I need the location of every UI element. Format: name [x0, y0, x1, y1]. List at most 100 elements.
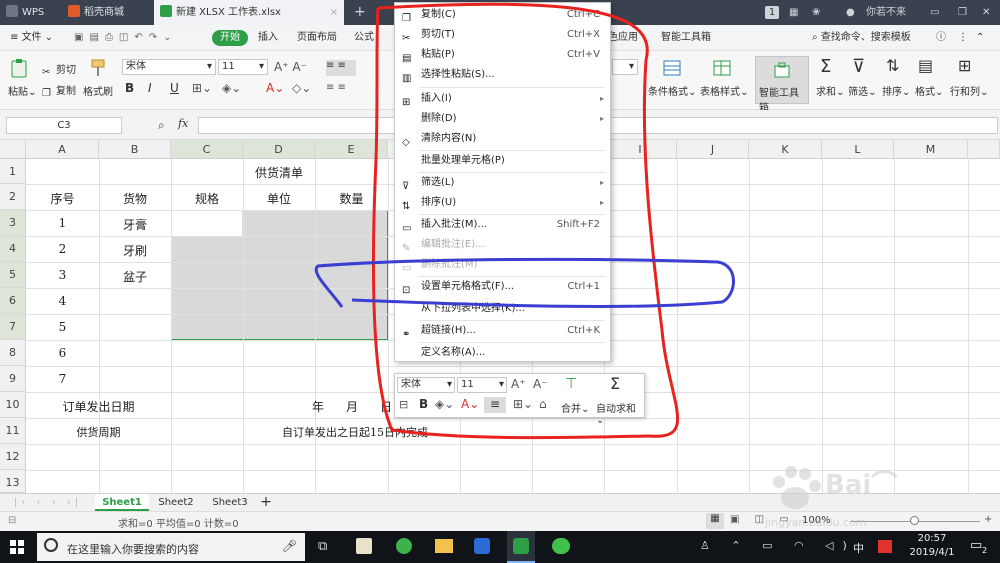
ctx-format-cells[interactable]: ⊡ 设置单元格格式(F)... Ctrl+1: [395, 277, 610, 297]
restore-icon[interactable]: ❐: [958, 0, 967, 25]
col-header[interactable]: M: [894, 140, 968, 159]
skin-icon[interactable]: ❀: [812, 0, 820, 25]
menu-smart-tools[interactable]: 智能工具箱: [661, 30, 711, 46]
seq-cell[interactable]: 2: [26, 242, 99, 256]
header-unit-cell[interactable]: 单位: [243, 190, 315, 207]
ctx-hyperlink[interactable]: ⚭ 超链接(H)... Ctrl+K: [395, 321, 610, 341]
ctx-pick-from-list[interactable]: 从下拉列表中选择(K)...: [395, 299, 610, 319]
month-cell[interactable]: 月: [340, 398, 364, 415]
underline-button[interactable]: U: [170, 81, 179, 95]
mini-font-shrink-icon[interactable]: A⁻: [533, 377, 548, 391]
ime-indicator[interactable]: 中: [853, 540, 864, 556]
row-header[interactable]: 2: [0, 184, 26, 210]
seq-cell[interactable]: 6: [26, 346, 99, 360]
sum-icon[interactable]: Σ: [820, 56, 831, 77]
italic-button[interactable]: I: [148, 81, 152, 95]
ctx-define-name[interactable]: 定义名称(A)...: [395, 343, 610, 363]
format-painter-button[interactable]: 格式刷: [83, 83, 113, 98]
header-qty-cell[interactable]: 数量: [315, 190, 388, 207]
ctx-copy[interactable]: ❐ 复制(C) Ctrl+C: [395, 5, 610, 25]
menu-start[interactable]: 开始: [212, 30, 248, 46]
quick-access-icons[interactable]: ▣▤⎙◫↶↷⌄: [74, 30, 177, 46]
sheet-nav-icons[interactable]: |‹ ‹ › ›|: [8, 494, 88, 511]
row-header[interactable]: 4: [0, 236, 26, 262]
menu-insert[interactable]: 插入: [258, 30, 278, 46]
table-style-button[interactable]: 表格样式⌄: [700, 83, 748, 98]
select-all-corner[interactable]: [0, 140, 26, 159]
mini-font-color-icon[interactable]: A⌄: [461, 397, 479, 411]
notification-icon[interactable]: ▭: [970, 538, 982, 553]
fx-icon[interactable]: fx: [178, 117, 188, 130]
tray-icons[interactable]: ♙ ⌃ ▭ ◠ ◁): [700, 539, 856, 552]
ctx-clear-content[interactable]: ◇ 清除内容(N): [395, 129, 610, 149]
refresh-app-icon[interactable]: [396, 538, 412, 554]
ctx-sort[interactable]: ⇅ 排序(U) ▸: [395, 193, 610, 213]
clock-time[interactable]: 20:57: [906, 533, 958, 544]
col-header[interactable]: B: [99, 140, 171, 159]
tab-document[interactable]: 新建 XLSX 工作表.xlsx ×: [154, 0, 344, 25]
mini-autosum-button[interactable]: 自动求和⌄: [596, 400, 644, 426]
mini-border-icon[interactable]: ⊞⌄: [513, 397, 533, 411]
macro-icon[interactable]: ⊟: [8, 515, 16, 526]
sum-button[interactable]: 求和⌄: [816, 83, 844, 98]
menu-file[interactable]: ≡ 文件 ⌄: [10, 30, 53, 46]
header-goods-cell[interactable]: 货物: [99, 190, 171, 207]
ctx-batch-cells[interactable]: 批量处理单元格(P): [395, 151, 610, 171]
goods-cell[interactable]: 牙膏: [99, 216, 171, 233]
period-text-cell[interactable]: 自订单发出之日起15日内完成: [255, 424, 455, 440]
format-painter-icon[interactable]: [88, 58, 108, 78]
task-view-icon[interactable]: ⧉: [318, 539, 327, 554]
ctx-paste-special[interactable]: ▥ 选择性粘贴(S)...: [395, 65, 610, 85]
row-header[interactable]: 9: [0, 366, 26, 392]
ctx-cut[interactable]: ✂ 剪切(T) Ctrl+X: [395, 25, 610, 45]
new-tab-button[interactable]: +: [354, 0, 366, 25]
merge-icon[interactable]: ⊤: [565, 376, 577, 392]
font-name-select[interactable]: 宋体 ▾: [122, 59, 216, 75]
row-header[interactable]: 7: [0, 314, 26, 340]
menu-formula[interactable]: 公式: [354, 30, 374, 46]
row-col-button[interactable]: 行和列⌄: [950, 83, 988, 98]
filter-icon[interactable]: ⊽: [852, 56, 865, 77]
menu-page-layout[interactable]: 页面布局: [297, 30, 337, 46]
add-sheet-button[interactable]: +: [258, 494, 274, 511]
col-header[interactable]: I: [604, 140, 677, 159]
ctx-delete[interactable]: 删除(D) ▸: [395, 109, 610, 129]
format-icon[interactable]: ▤: [918, 56, 933, 75]
paste-button[interactable]: 粘贴⌄: [8, 83, 36, 98]
collapse-ribbon-icon[interactable]: ⌃: [976, 30, 984, 46]
font-color-icon[interactable]: A⌄: [266, 81, 284, 95]
mini-fill-color-icon[interactable]: ◈⌄: [435, 397, 454, 411]
cut-button[interactable]: ✂ 剪切: [42, 61, 76, 79]
mini-format-painter-icon[interactable]: ⌂: [539, 397, 547, 411]
col-header[interactable]: K: [749, 140, 822, 159]
sort-button[interactable]: 排序⌄: [882, 83, 910, 98]
order-date-label-cell[interactable]: 订单发出日期: [26, 398, 171, 415]
normal-view-icon[interactable]: ▦: [706, 513, 724, 529]
align-center-button[interactable]: ≡ ≡: [326, 60, 356, 76]
sogou-icon[interactable]: [878, 540, 892, 553]
notepad-app-icon[interactable]: [356, 538, 372, 554]
wps-app-icon[interactable]: [474, 538, 490, 554]
smart-toolbox-button[interactable]: 智能工具箱: [755, 56, 809, 114]
windows-start-icon[interactable]: [10, 540, 24, 554]
microphone-icon[interactable]: 🎤︎: [282, 539, 297, 553]
paste-icon[interactable]: [9, 58, 29, 78]
period-label-cell[interactable]: 供货周期: [26, 424, 171, 440]
seq-cell[interactable]: 1: [26, 216, 99, 230]
day-cell[interactable]: 日: [376, 398, 396, 415]
row-header[interactable]: 6: [0, 288, 26, 314]
name-box[interactable]: C3: [6, 117, 122, 134]
row-header[interactable]: 13: [0, 470, 26, 493]
mini-font-size-select[interactable]: 11 ▾: [457, 377, 507, 393]
copy-button[interactable]: ❐ 复制: [42, 82, 76, 100]
number-format-select[interactable]: ▾: [612, 59, 638, 75]
sheet-tab[interactable]: Sheet1: [95, 494, 149, 511]
col-header[interactable]: A: [26, 140, 99, 159]
ctx-filter[interactable]: ⊽ 筛选(L) ▸: [395, 173, 610, 193]
seq-cell[interactable]: 3: [26, 268, 99, 282]
col-header[interactable]: E: [315, 140, 388, 159]
row-header[interactable]: 1: [0, 159, 26, 184]
seq-cell[interactable]: 4: [26, 294, 99, 308]
close-tab-icon[interactable]: ×: [330, 0, 338, 25]
goods-cell[interactable]: 盆子: [99, 268, 171, 285]
